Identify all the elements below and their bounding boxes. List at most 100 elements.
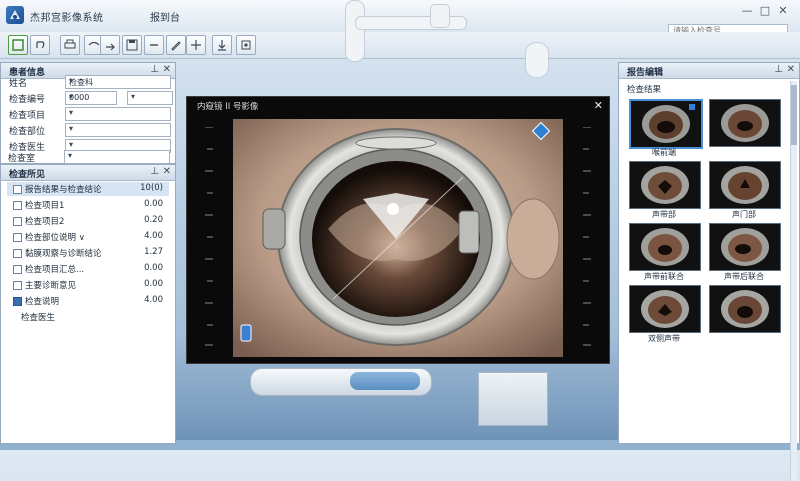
field-exam-number: 检查编号 0000 ▾ ▾	[5, 91, 173, 105]
new-icon	[12, 39, 24, 51]
maximize-button[interactable]: □	[758, 4, 772, 17]
scrollbar-thumb[interactable]	[791, 85, 797, 145]
field-label: 姓名	[9, 79, 28, 89]
name-select[interactable]: 检查科 ▾	[65, 75, 171, 89]
chevron-down-icon: ▾	[69, 140, 74, 149]
minimize-button[interactable]: —	[740, 4, 754, 17]
thumbnail-8[interactable]	[709, 285, 781, 333]
tree-item[interactable]: 检查医生	[7, 310, 169, 324]
right-scale-ruler	[583, 127, 591, 346]
tree-item[interactable]: 检查说明 4.00	[7, 294, 169, 308]
left-scale-ruler	[205, 127, 213, 346]
save-icon	[126, 39, 138, 51]
close-icon[interactable]: ✕	[787, 64, 795, 75]
field-exam-site: 检查部位 ▾	[5, 123, 171, 137]
cancel-button[interactable]	[144, 35, 164, 55]
tree-item-value: 0.00	[144, 279, 163, 289]
endoscope-viewer[interactable]: 内窥镜 II 号影像 ✕	[186, 96, 610, 364]
cancel-icon	[150, 44, 158, 46]
tree-item[interactable]: 报告结果与检查结论 10(0)	[7, 182, 169, 196]
field-exam-item: 检查项目 ▾	[5, 107, 171, 121]
settings-button[interactable]	[236, 35, 256, 55]
tree-item-label: 检查部位说明 ∨	[25, 233, 85, 243]
tree-item-label: 检查医生	[21, 313, 56, 323]
field-label: 检查部位	[9, 127, 46, 137]
download-icon	[218, 40, 226, 51]
thumbnail-5[interactable]	[629, 223, 701, 271]
checkbox[interactable]	[13, 281, 22, 290]
endoscope-thumbnail	[721, 228, 769, 266]
new-button[interactable]	[8, 35, 28, 55]
close-icon[interactable]: ✕	[163, 64, 171, 75]
tree-item-value: 4.00	[144, 231, 163, 241]
tree-item-value: 10(0)	[140, 183, 163, 193]
thumbnail-caption: 声带部	[652, 210, 676, 219]
checkbox[interactable]	[13, 201, 22, 210]
thumbnail-3[interactable]	[629, 161, 701, 209]
tree-item[interactable]: 主要诊断意见 0.00	[7, 278, 169, 292]
field-label: 检查编号	[9, 95, 46, 105]
close-window-button[interactable]: ✕	[776, 4, 790, 17]
move-icon	[191, 40, 201, 50]
endoscope-thumbnail	[721, 290, 769, 328]
exam-item-select[interactable]: ▾	[65, 107, 171, 121]
thumbnail-caption: 声门部	[732, 210, 756, 219]
checkbox[interactable]	[13, 265, 22, 274]
save-button[interactable]	[122, 35, 142, 55]
tree-item-label: 报告结果与检查结论	[25, 185, 102, 195]
close-icon[interactable]: ✕	[594, 99, 603, 112]
thumbnail-caption: 声带前联合	[644, 272, 684, 281]
redo-button[interactable]	[100, 35, 120, 55]
tree-item-value: 1.27	[144, 247, 163, 257]
tree-item[interactable]: 检查项目汇总... 0.00	[7, 262, 169, 276]
tree-item[interactable]: 检查项目1 0.00	[7, 198, 169, 212]
checkbox[interactable]	[13, 185, 22, 194]
exam-number-select[interactable]: 0000 ▾	[65, 91, 117, 105]
chevron-down-icon: ▾	[69, 108, 74, 117]
exam-room-select[interactable]: ▾	[64, 150, 170, 164]
tree-item[interactable]: 检查项目2 0.20	[7, 214, 169, 228]
report-panel: 报告编辑 ⊥ ✕ 检查结果 喉前端 声带部 声门部 声带前联合 声带后联合 双侧…	[618, 62, 800, 481]
undo-button[interactable]	[30, 35, 50, 55]
thumbnail-6[interactable]	[709, 223, 781, 271]
thumbnail-7[interactable]	[629, 285, 701, 333]
pin-icon[interactable]: ⊥	[150, 64, 159, 75]
endoscope-thumbnail	[721, 104, 769, 142]
tree-item[interactable]: 检查部位说明 ∨ 4.00	[7, 230, 169, 244]
edit-icon	[171, 41, 181, 51]
checkbox[interactable]	[13, 297, 22, 306]
exam-number-select-2[interactable]: ▾	[127, 91, 173, 105]
exam-site-select[interactable]: ▾	[65, 123, 171, 137]
checkbox[interactable]	[13, 249, 22, 258]
download-button[interactable]	[212, 35, 232, 55]
viewer-title: 内窥镜 II 号影像	[197, 102, 259, 112]
thumbnail-scrollbar[interactable]	[790, 81, 797, 481]
report-section-title: 检查结果	[627, 85, 662, 95]
checkbox[interactable]	[13, 217, 22, 226]
move-button[interactable]	[186, 35, 206, 55]
endoscope-thumbnail	[641, 166, 689, 204]
pin-icon[interactable]: ⊥	[150, 166, 159, 177]
tree-item-value: 0.00	[144, 263, 163, 273]
tree-item-label: 检查项目汇总...	[25, 265, 85, 275]
endoscope-thumbnail	[641, 290, 689, 328]
thumbnail-1[interactable]	[629, 99, 703, 149]
chevron-down-icon: ▾	[68, 151, 73, 160]
thumbnail-caption: 双侧声带	[648, 334, 680, 343]
thumbnail-2[interactable]	[709, 99, 781, 147]
patient-info-panel: 患者信息 ⊥ ✕ 姓名 检查科 ▾ 检查编号 0000 ▾ ▾ 检查项目 ▾ 检…	[0, 62, 176, 164]
surgical-lamp-head	[525, 42, 549, 78]
close-icon[interactable]: ✕	[163, 166, 171, 177]
edit-button[interactable]	[166, 35, 186, 55]
print-button[interactable]	[60, 35, 80, 55]
findings-panel-header: 检查所见 ⊥ ✕	[1, 165, 175, 181]
findings-panel: 检查所见 ⊥ ✕ 报告结果与检查结论 10(0) 检查项目1 0.00 检查项目…	[0, 164, 176, 444]
endoscope-thumbnail	[721, 166, 769, 204]
thumbnail-4[interactable]	[709, 161, 781, 209]
pin-icon[interactable]: ⊥	[774, 64, 783, 75]
tree-item[interactable]: 黏膜观察与诊断结论 1.27	[7, 246, 169, 260]
chevron-down-icon: ▾	[69, 92, 74, 101]
tree-item-label: 主要诊断意见	[25, 281, 77, 291]
thumbnail-caption: 声带后联合	[724, 272, 764, 281]
checkbox[interactable]	[13, 233, 22, 242]
